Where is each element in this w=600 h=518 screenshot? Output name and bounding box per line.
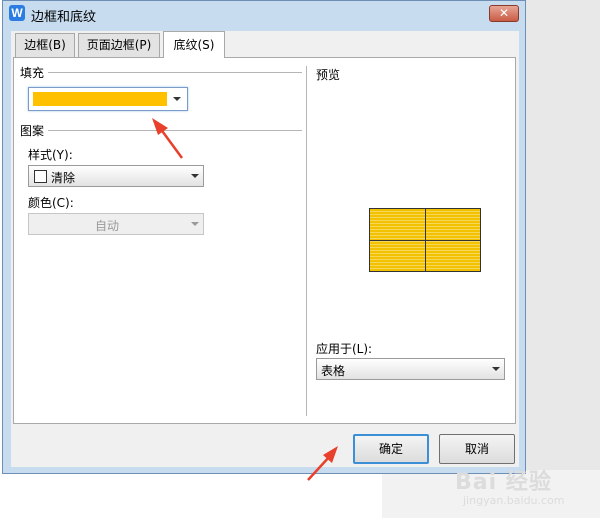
fill-dropdown-button[interactable] bbox=[167, 88, 187, 110]
apply-to-value: 表格 bbox=[321, 364, 346, 378]
fill-section-label: 填充 bbox=[20, 66, 45, 80]
borders-and-shading-dialog: W 边框和底纹 ✕ 边框(B) 页面边框(P) 底纹(S) 填充 图案 样式(Y… bbox=[2, 0, 526, 474]
pattern-style-value: 清除 bbox=[51, 171, 76, 185]
chevron-down-icon bbox=[191, 222, 199, 226]
chevron-down-icon bbox=[191, 174, 199, 178]
title-bar[interactable]: W 边框和底纹 ✕ bbox=[3, 1, 525, 27]
tab-page-borders[interactable]: 页面边框(P) bbox=[78, 33, 160, 57]
baidu-watermark-url: jingyan.baidu.com bbox=[463, 494, 565, 507]
tab-borders[interactable]: 边框(B) bbox=[15, 33, 75, 57]
fill-color-dropdown[interactable] bbox=[28, 87, 188, 111]
shading-panel: 填充 图案 样式(Y): 清除 颜色(C): 自动 预览 应用于(L): 表格 bbox=[13, 57, 516, 424]
wps-writer-icon: W bbox=[9, 5, 25, 21]
ok-button[interactable]: 确定 bbox=[353, 434, 429, 464]
preview-grid-horizontal bbox=[370, 240, 480, 241]
pattern-swatch-icon bbox=[34, 170, 47, 183]
close-button[interactable]: ✕ bbox=[489, 5, 519, 22]
pattern-color-value: 自动 bbox=[95, 219, 120, 233]
apply-to-dropdown[interactable]: 表格 bbox=[316, 358, 505, 380]
fill-divider bbox=[48, 72, 302, 73]
dialog-title: 边框和底纹 bbox=[31, 10, 97, 25]
apply-to-label: 应用于(L): bbox=[316, 342, 373, 356]
pattern-style-dropdown[interactable]: 清除 bbox=[28, 165, 204, 187]
pattern-color-dropdown[interactable]: 自动 bbox=[28, 213, 204, 235]
fill-color-swatch bbox=[33, 92, 167, 106]
column-divider bbox=[306, 66, 307, 416]
chevron-down-icon bbox=[492, 367, 500, 371]
tab-shading[interactable]: 底纹(S) bbox=[163, 31, 225, 58]
preview-label: 预览 bbox=[316, 68, 341, 82]
style-label: 样式(Y): bbox=[28, 148, 73, 162]
shading-preview bbox=[369, 208, 481, 272]
chevron-down-icon bbox=[173, 97, 181, 101]
color-label: 颜色(C): bbox=[28, 196, 74, 210]
dialog-client-area: 边框(B) 页面边框(P) 底纹(S) 填充 图案 样式(Y): 清除 颜色(C… bbox=[11, 31, 519, 467]
cancel-button[interactable]: 取消 bbox=[439, 434, 515, 464]
baidu-watermark: Bai 经验 bbox=[455, 470, 552, 495]
pattern-section-label: 图案 bbox=[20, 124, 45, 138]
pattern-divider bbox=[48, 130, 302, 131]
